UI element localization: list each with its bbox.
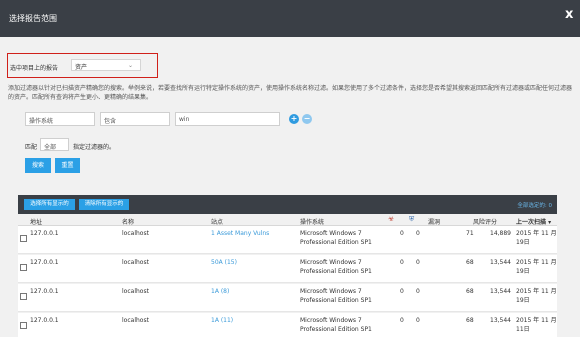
row-checkbox[interactable] [20,264,27,271]
cell-malware: 0 [400,259,404,266]
cell-risk: 13,544 [490,259,511,266]
cell-date-line2: 19日 [516,268,530,275]
cell-date-line2: 11日 [516,326,530,333]
cell-name: localhost [122,230,149,237]
cell-os-line1: Microsoft Windows 7 [300,317,362,324]
cell-date-line1: 2015 年 11 月 [516,288,557,295]
cell-date-line2: 19日 [516,297,530,304]
add-filter-icon[interactable]: + [289,114,299,124]
cell-malware: 0 [400,288,404,295]
dialog-title: 选择报告范围 [9,14,57,23]
cell-vulns: 68 [466,259,474,266]
cell-exploits: 0 [416,259,420,266]
col-site[interactable]: 站点 [211,217,223,226]
table-row[interactable]: 127.0.0.1 localhost 50A (15) Microsoft W… [18,255,557,283]
cell-site-link[interactable]: 50A (15) [211,259,237,267]
selected-count: 全部选定的: 0 [517,203,552,209]
cell-os-line1: Microsoft Windows 7 [300,259,362,266]
cell-os-line1: Microsoft Windows 7 [300,230,362,237]
cell-vulns: 71 [466,230,474,237]
cell-address: 127.0.0.1 [30,317,59,324]
filter-operator-select[interactable]: 包含 [100,112,170,126]
cell-name: localhost [122,288,149,295]
table-header: 地址 名称 站点 操作系统 ☣ ⛨ 漏洞 风险评分 上一次扫描 ▾ [18,214,557,226]
col-os[interactable]: 操作系统 [300,217,324,226]
biohazard-icon[interactable]: ☣ [388,215,394,223]
row-checkbox[interactable] [20,293,27,300]
col-last-scan[interactable]: 上一次扫描 ▾ [516,217,551,226]
shield-icon[interactable]: ⛨ [409,215,414,224]
cell-malware: 0 [400,317,404,324]
cell-date-line1: 2015 年 11 月 [516,317,557,324]
scope-value: 资产 [75,64,88,71]
clear-all-visible-button[interactable]: 清除所有显示的 [79,199,129,210]
cell-os-line2: Professional Edition SP1 [300,239,372,246]
table-toolbar: 选择所有显示的 清除所有显示的 全部选定的: 0 [18,195,557,214]
cell-address: 127.0.0.1 [30,288,59,295]
cell-name: localhost [122,259,149,266]
cell-date-line2: 19日 [516,239,530,246]
cell-site-link[interactable]: 1A (11) [211,317,233,325]
match-label: 匹配 [25,144,38,151]
cell-date-line1: 2015 年 11 月 [516,259,557,266]
cell-date-line1: 2015 年 11 月 [516,230,557,237]
reset-button[interactable]: 重置 [55,158,80,173]
cell-os-line2: Professional Edition SP1 [300,326,372,333]
close-icon[interactable]: x [565,8,573,21]
table-row[interactable]: 127.0.0.1 localhost 1A (8) Microsoft Win… [18,284,557,312]
cell-os-line2: Professional Edition SP1 [300,268,372,275]
cell-exploits: 0 [416,288,420,295]
search-button[interactable]: 搜索 [25,158,51,173]
cell-address: 127.0.0.1 [30,259,59,266]
cell-malware: 0 [400,230,404,237]
cell-os-line1: Microsoft Windows 7 [300,288,362,295]
dialog-body: 选中项目上的报告 资产 ⌄ 添加过滤器以针对已扫描资产精确您的搜索。举例来说，若… [0,37,580,337]
cell-vulns: 68 [466,288,474,295]
match-select[interactable]: 全部 [40,138,69,151]
cell-vulns: 68 [466,317,474,324]
filter-field-select[interactable]: 操作系统 [25,112,95,126]
col-address[interactable]: 地址 [30,217,42,226]
cell-risk: 14,889 [490,230,511,237]
cell-risk: 13,544 [490,288,511,295]
cell-exploits: 0 [416,317,420,324]
select-all-visible-button[interactable]: 选择所有显示的 [24,199,75,210]
cell-risk: 13,544 [490,317,511,324]
filter-description: 添加过滤器以针对已扫描资产精确您的搜索。举例来说，若要查找所有运行特定操作系统的… [8,85,573,101]
remove-filter-icon[interactable]: − [302,114,312,124]
col-name[interactable]: 名称 [122,217,134,226]
scope-select[interactable]: 资产 ⌄ [71,59,141,71]
match-suffix: 指定过滤器的。 [73,144,116,151]
table-row[interactable]: 127.0.0.1 localhost 1 Asset Many Vulns M… [18,226,557,254]
cell-exploits: 0 [416,230,420,237]
col-vulns[interactable]: 漏洞 [428,217,440,226]
cell-site-link[interactable]: 1 Asset Many Vulns [211,230,269,238]
cell-address: 127.0.0.1 [30,230,59,237]
scope-label: 选中项目上的报告 [10,65,59,72]
cell-os-line2: Professional Edition SP1 [300,297,372,304]
row-checkbox[interactable] [20,322,27,329]
col-risk[interactable]: 风险评分 [473,217,497,226]
chevron-down-icon: ⌄ [127,62,133,69]
filter-value-input[interactable]: win [175,112,280,126]
cell-site-link[interactable]: 1A (8) [211,288,229,296]
cell-name: localhost [122,317,149,324]
dialog-header: 选择报告范围 x [0,0,580,37]
table-row[interactable]: 127.0.0.1 localhost 1A (11) Microsoft Wi… [18,313,557,337]
row-checkbox[interactable] [20,235,27,242]
